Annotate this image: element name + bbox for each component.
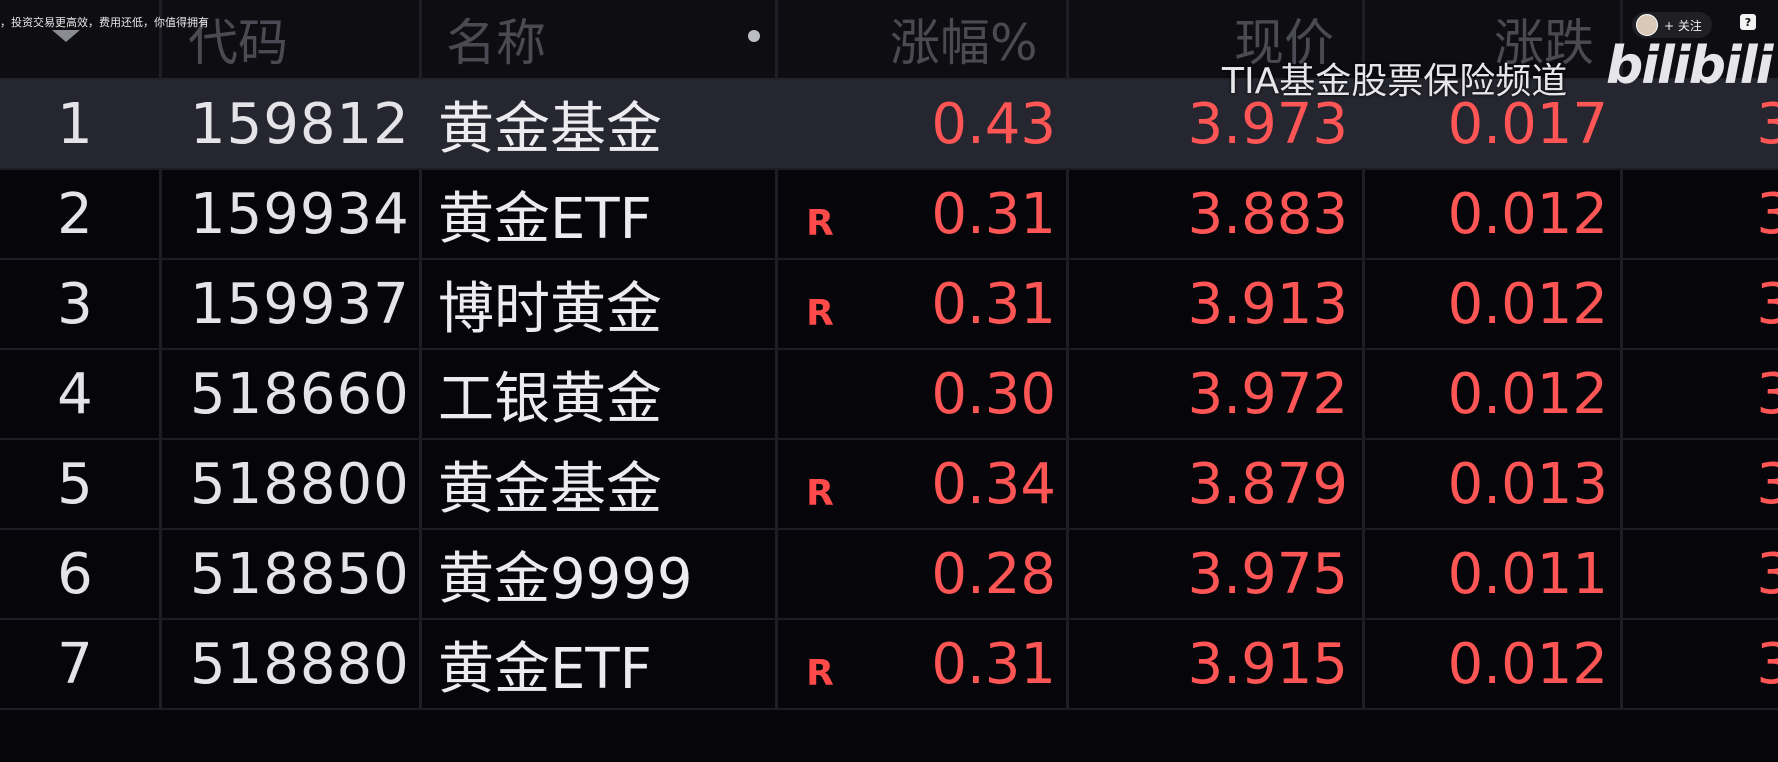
- truncated-column-value: 3: [1756, 631, 1778, 697]
- stock-name: 工银黄金: [438, 366, 662, 432]
- row-index: 4: [57, 361, 93, 427]
- current-price: 3.972: [1187, 361, 1348, 427]
- row-index: 2: [57, 181, 93, 247]
- truncated-column-value: 3: [1756, 451, 1778, 517]
- truncated-column-value: 3: [1756, 361, 1778, 427]
- change-percent: 0.30: [931, 361, 1056, 427]
- stock-code: 159812: [190, 91, 410, 157]
- stock-name: 黄金基金: [438, 456, 662, 522]
- header-pct[interactable]: 涨幅%: [890, 0, 1038, 78]
- uploader-avatar[interactable]: [1636, 14, 1658, 36]
- stock-quote-screen: 代码 名称 涨幅% 现价 涨跌 1 159812 黄金基金 0.43 3.973…: [0, 0, 1778, 762]
- truncated-column-value: 3: [1756, 271, 1778, 337]
- follow-label: + 关注: [1664, 18, 1702, 33]
- current-price: 3.883: [1187, 181, 1348, 247]
- current-price: 3.975: [1187, 541, 1348, 607]
- r-badge: R: [806, 202, 834, 244]
- table-row[interactable]: 7 518880 黄金ETF R 0.31 3.915 0.012 3: [0, 620, 1778, 710]
- truncated-column-value: 3: [1756, 181, 1778, 247]
- follow-button[interactable]: + 关注: [1632, 12, 1712, 38]
- bilibili-logo: bilibili: [1606, 36, 1773, 96]
- r-badge: R: [806, 292, 834, 334]
- header-code[interactable]: 代码: [188, 0, 288, 78]
- stock-name: 黄金基金: [438, 96, 662, 162]
- stock-code: 518880: [190, 631, 410, 697]
- row-index: 5: [57, 451, 93, 517]
- price-change: 0.013: [1447, 451, 1608, 517]
- price-change: 0.012: [1447, 631, 1608, 697]
- help-icon[interactable]: ?: [1740, 14, 1756, 30]
- header-name[interactable]: 名称: [446, 0, 546, 78]
- channel-watermark: TIA基金股票保险频道: [1222, 61, 1568, 102]
- price-change: 0.012: [1447, 271, 1608, 337]
- column-dot-icon: [748, 30, 760, 42]
- truncated-column-value: 3: [1756, 541, 1778, 607]
- stock-code: 159934: [190, 181, 410, 247]
- change-percent: 0.34: [931, 451, 1056, 517]
- r-badge: R: [806, 652, 834, 694]
- price-change: 0.012: [1447, 181, 1608, 247]
- stock-code: 159937: [190, 271, 410, 337]
- r-badge: [800, 530, 840, 618]
- row-index: 1: [57, 91, 93, 157]
- row-index: 6: [57, 541, 93, 607]
- price-change: 0.012: [1447, 361, 1608, 427]
- stock-name: 黄金9999: [438, 546, 693, 612]
- sort-arrow-icon[interactable]: [52, 30, 80, 42]
- table-row[interactable]: 4 518660 工银黄金 0.30 3.972 0.012 3: [0, 350, 1778, 440]
- change-percent: 0.31: [931, 181, 1056, 247]
- table-row[interactable]: 6 518850 黄金9999 0.28 3.975 0.011 3: [0, 530, 1778, 620]
- stock-code: 518660: [190, 361, 410, 427]
- current-price: 3.915: [1187, 631, 1348, 697]
- current-price: 3.913: [1187, 271, 1348, 337]
- stock-code: 518800: [190, 451, 410, 517]
- change-percent: 0.43: [931, 91, 1056, 157]
- stock-code: 518850: [190, 541, 410, 607]
- stock-name: 博时黄金: [438, 276, 662, 342]
- table-row[interactable]: 3 159937 博时黄金 R 0.31 3.913 0.012 3: [0, 260, 1778, 350]
- row-index: 7: [57, 631, 93, 697]
- r-badge: R: [806, 472, 834, 514]
- current-price: 3.879: [1187, 451, 1348, 517]
- stock-name: 黄金ETF: [438, 186, 652, 252]
- table-row[interactable]: 5 518800 黄金基金 R 0.34 3.879 0.013 3: [0, 440, 1778, 530]
- change-percent: 0.31: [931, 631, 1056, 697]
- change-percent: 0.28: [931, 541, 1056, 607]
- r-badge: [800, 80, 840, 168]
- row-index: 3: [57, 271, 93, 337]
- change-percent: 0.31: [931, 271, 1056, 337]
- stock-name: 黄金ETF: [438, 636, 652, 702]
- r-badge: [800, 350, 840, 438]
- table-row[interactable]: 2 159934 黄金ETF R 0.31 3.883 0.012 3: [0, 170, 1778, 260]
- price-change: 0.011: [1447, 541, 1608, 607]
- video-caption: ，投资交易更高效，费用还低，你值得拥有: [0, 16, 209, 29]
